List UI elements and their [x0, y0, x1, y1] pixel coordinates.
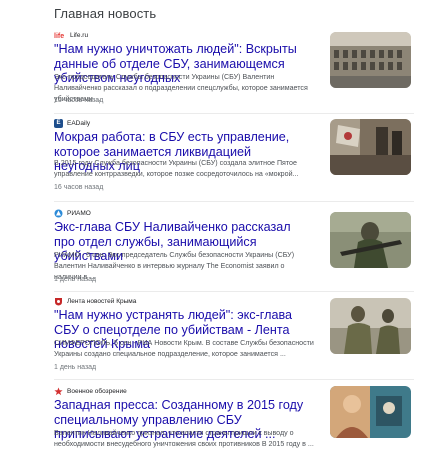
news-card[interactable]: Военное обозрение Западная пресса: Созда… — [54, 384, 414, 454]
news-timestamp: 15 часов назад — [54, 97, 104, 104]
news-card[interactable]: E EADaily Мокрая работа: в СБУ есть упра… — [54, 116, 414, 202]
svg-text:life: life — [54, 33, 64, 39]
news-snippet: СИМФЕРОПОЛЬ, 5 сен - РИА Новости Крым. В… — [54, 339, 314, 358]
news-source-name[interactable]: EADaily — [67, 120, 90, 127]
life-ru-logo-icon: life — [54, 30, 66, 40]
news-thumbnail-illustration[interactable] — [330, 386, 411, 438]
news-card[interactable]: РИАМО Экс-глава СБУ Наливайченко рассказ… — [54, 206, 414, 292]
crimea-news-logo-icon — [54, 297, 63, 306]
section-title: Главная новость — [54, 6, 157, 21]
news-source-name[interactable]: Life.ru — [70, 32, 88, 39]
military-review-logo-icon — [54, 387, 63, 396]
news-source-name[interactable]: Лента новостей Крыма — [67, 298, 136, 305]
news-thumbnail-military[interactable] — [330, 298, 411, 354]
news-thumbnail-sbu-building[interactable] — [330, 32, 411, 88]
news-timestamp: 1 день назад — [54, 364, 97, 371]
news-thumbnail-sbu-flag[interactable] — [330, 119, 411, 175]
news-card[interactable]: Лента новостей Крыма "Нам нужно устранят… — [54, 294, 414, 380]
news-source-name[interactable]: Военное обозрение — [67, 388, 127, 395]
news-timestamp: 1 день назад — [54, 276, 97, 283]
eadaily-logo-icon: E — [54, 118, 63, 128]
news-snippet: В 2015 году Служба безопасности Украины … — [54, 159, 299, 178]
news-snippet: Валентин Наливайченко признал, что власт… — [54, 429, 314, 448]
news-timestamp: 16 часов назад — [54, 184, 104, 191]
news-card[interactable]: life Life.ru "Нам нужно уничтожать людей… — [54, 28, 414, 114]
news-thumbnail-soldier[interactable] — [330, 212, 411, 268]
riamo-logo-icon — [54, 209, 63, 218]
news-source-name[interactable]: РИАМО — [67, 210, 91, 217]
